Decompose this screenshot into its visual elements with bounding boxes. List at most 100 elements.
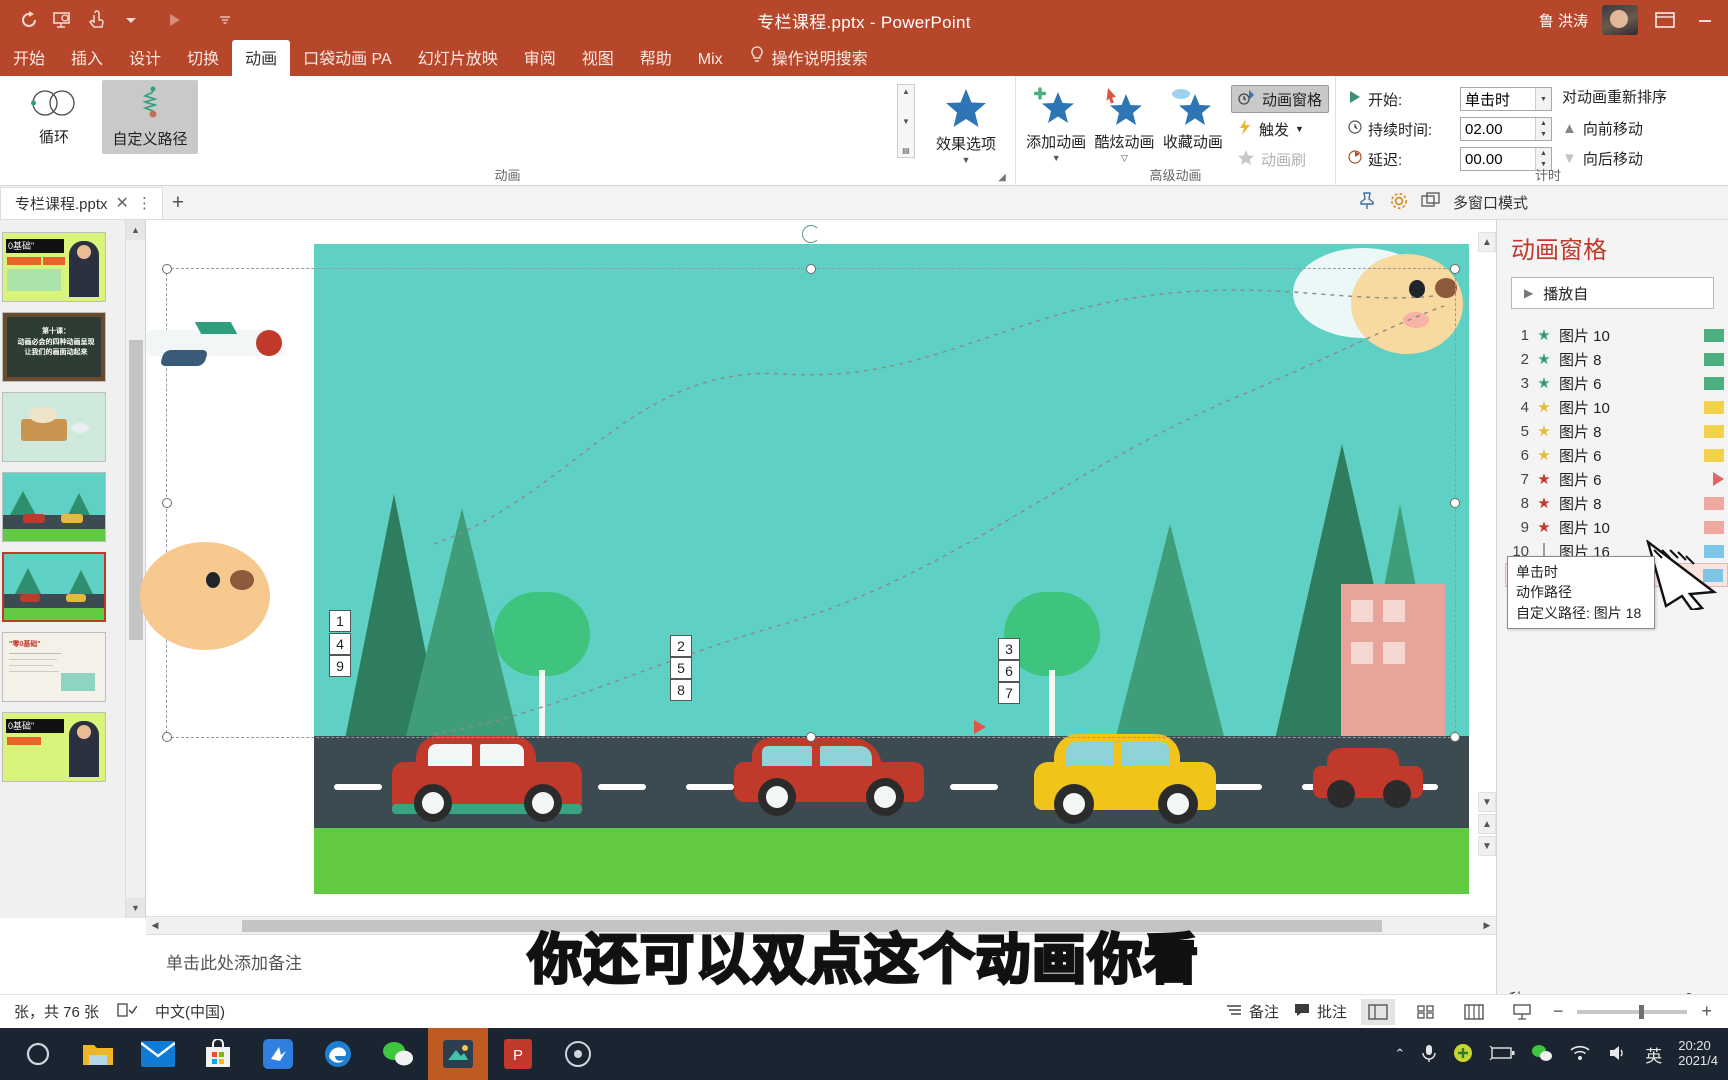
- slide-thumbnail-7[interactable]: 0基础": [2, 712, 106, 782]
- spellcheck-icon[interactable]: [117, 1001, 138, 1023]
- tell-me-box[interactable]: 操作说明搜索: [736, 40, 881, 76]
- resize-handle-s[interactable]: [806, 732, 816, 742]
- zoom-out-button[interactable]: −: [1553, 1001, 1564, 1022]
- multiwindow-label[interactable]: 多窗口模式: [1453, 192, 1528, 213]
- document-tab[interactable]: 专栏课程.pptx ✕ ⋮: [0, 186, 163, 219]
- multiwindow-icon[interactable]: [1421, 191, 1441, 214]
- tab-pocket-animation[interactable]: 口袋动画 PA: [290, 40, 405, 76]
- close-icon[interactable]: ✕: [116, 193, 129, 213]
- rotate-handle[interactable]: [802, 225, 820, 243]
- wifi-icon[interactable]: [1569, 1044, 1591, 1065]
- slide-thumbnail-pane[interactable]: 0基础" 第十课： 动画必会的四种动画呈现 让我们的画面动起来 "零0基础" 0…: [0, 220, 146, 918]
- animation-badge[interactable]: 4: [329, 633, 351, 655]
- add-animation-button[interactable]: 添加动画 ▼: [1022, 80, 1090, 176]
- slide-thumbnail-4[interactable]: [2, 472, 106, 542]
- cool-animation-button[interactable]: 酷炫动画 ▽: [1090, 80, 1158, 176]
- tab-mix[interactable]: Mix: [685, 46, 736, 76]
- recorder-icon[interactable]: [428, 1028, 488, 1080]
- zoom-slider[interactable]: [1577, 1004, 1688, 1019]
- gallery-scroll[interactable]: ▲ ▼ ▤: [897, 84, 915, 158]
- security-icon[interactable]: [248, 1028, 308, 1080]
- effect-options-button[interactable]: 效果选项 ▼: [923, 80, 1009, 176]
- tab-insert[interactable]: 插入: [58, 40, 116, 76]
- show-hidden-icons-icon[interactable]: ⌃: [1394, 1046, 1405, 1062]
- tab-transitions[interactable]: 切换: [174, 40, 232, 76]
- animation-list-item[interactable]: 5 ★ 图片 8: [1505, 419, 1728, 443]
- animation-pane-button[interactable]: 动画窗格: [1230, 85, 1329, 113]
- file-explorer-icon[interactable]: [68, 1028, 128, 1080]
- zoom-in-button[interactable]: +: [1701, 1001, 1712, 1022]
- slide-thumbnail-2[interactable]: 第十课： 动画必会的四种动画呈现 让我们的画面动起来: [2, 312, 106, 382]
- slide-thumbnail-5[interactable]: [2, 552, 106, 622]
- kebab-icon[interactable]: ⋮: [137, 194, 152, 212]
- animation-badge[interactable]: 9: [329, 655, 351, 677]
- updater-icon[interactable]: [1453, 1043, 1473, 1066]
- tab-slideshow[interactable]: 幻灯片放映: [405, 40, 511, 76]
- duration-stepper[interactable]: ▲▼: [1460, 117, 1552, 141]
- slide-thumbnail-3[interactable]: [2, 392, 106, 462]
- animation-badge[interactable]: 8: [670, 679, 692, 701]
- powerpoint-icon[interactable]: P: [488, 1028, 548, 1080]
- resize-handle-ne[interactable]: [1450, 264, 1460, 274]
- gallery-more-icon[interactable]: ▤: [902, 146, 910, 155]
- timeline-bar[interactable]: [1704, 448, 1724, 462]
- animation-pane[interactable]: 动画窗格 ▶ 播放自 1 ★ 图片 10 2 ★ 图片 8 3 ★ 图片 6 4…: [1496, 220, 1728, 1028]
- store-icon[interactable]: [188, 1028, 248, 1080]
- tab-view[interactable]: 视图: [569, 40, 627, 76]
- animation-list-item[interactable]: 1 ★ 图片 10: [1505, 323, 1728, 347]
- slide-count-label[interactable]: 张，共 76 张: [14, 1001, 99, 1022]
- start-dropdown-arrow[interactable]: ▼: [1535, 88, 1551, 110]
- pin-icon[interactable]: [1357, 191, 1377, 215]
- resize-handle-w[interactable]: [162, 498, 172, 508]
- thumb-scroll-down-icon[interactable]: ▼: [126, 898, 145, 918]
- edge-icon[interactable]: [308, 1028, 368, 1080]
- new-tab-button[interactable]: +: [163, 187, 193, 219]
- volume-icon[interactable]: [1607, 1044, 1629, 1065]
- user-name[interactable]: 鲁 洪涛: [1539, 10, 1588, 31]
- resize-handle-nw[interactable]: [162, 264, 172, 274]
- move-earlier-button[interactable]: ▲ 向前移动: [1562, 114, 1667, 142]
- tab-start[interactable]: 开始: [0, 40, 58, 76]
- animation-list-item[interactable]: 4 ★ 图片 10: [1505, 395, 1728, 419]
- camtasia-icon[interactable]: [548, 1028, 608, 1080]
- resize-handle-n[interactable]: [806, 264, 816, 274]
- thumb-scroll-up-icon[interactable]: ▲: [126, 220, 145, 240]
- gear-icon[interactable]: [1389, 191, 1409, 215]
- wechat-tray-icon[interactable]: [1531, 1044, 1553, 1065]
- resize-handle-sw[interactable]: [162, 732, 172, 742]
- reading-view-icon[interactable]: [1457, 999, 1491, 1025]
- ribbon-display-options-icon[interactable]: [1652, 7, 1678, 33]
- ime-indicator[interactable]: 英: [1645, 1042, 1662, 1067]
- clock[interactable]: 20:20 2021/4: [1678, 1038, 1718, 1069]
- canvas-prev-slide-icon[interactable]: ▲: [1478, 814, 1496, 834]
- cortana-icon[interactable]: [8, 1028, 68, 1080]
- canvas-vertical-tools[interactable]: ▲ ▼ ▲ ▼: [1478, 232, 1496, 856]
- animation-badge[interactable]: 2: [670, 635, 692, 657]
- chevron-down-icon[interactable]: ▼: [962, 155, 971, 165]
- duration-value[interactable]: [1461, 118, 1535, 140]
- animation-list-item[interactable]: 8 ★ 图片 8: [1505, 491, 1728, 515]
- animation-list-item[interactable]: 7 ★ 图片 6: [1505, 467, 1728, 491]
- notes-button[interactable]: 备注: [1225, 1001, 1279, 1022]
- selection-frame[interactable]: [162, 225, 1460, 742]
- resize-handle-se[interactable]: [1450, 732, 1460, 742]
- start-value[interactable]: [1461, 88, 1535, 110]
- animation-badge[interactable]: 3: [998, 638, 1020, 660]
- animation-list-item[interactable]: 2 ★ 图片 8: [1505, 347, 1728, 371]
- gallery-item-loop[interactable]: 循环: [6, 80, 102, 154]
- microphone-icon[interactable]: [1421, 1043, 1437, 1066]
- normal-view-icon[interactable]: [1360, 998, 1395, 1025]
- resize-handle-e[interactable]: [1450, 498, 1460, 508]
- duration-arrows[interactable]: ▲ ▼: [1535, 118, 1551, 140]
- slide-sorter-icon[interactable]: [1409, 999, 1443, 1025]
- chevron-down-icon[interactable]: ▽: [1121, 153, 1128, 164]
- slide-thumbnail-1[interactable]: 0基础": [2, 232, 106, 302]
- gallery-item-custom-path[interactable]: 自定义路径: [102, 80, 198, 154]
- slideshow-icon[interactable]: [1505, 999, 1539, 1025]
- gallery-scroll-up-icon[interactable]: ▲: [902, 87, 910, 96]
- tab-animations[interactable]: 动画: [232, 40, 291, 76]
- animation-badge[interactable]: 7: [998, 682, 1020, 704]
- comments-button[interactable]: 批注: [1293, 1001, 1347, 1022]
- animation-badge[interactable]: 5: [670, 657, 692, 679]
- canvas-horizontal-scrollbar[interactable]: ◀ ▶: [146, 916, 1496, 934]
